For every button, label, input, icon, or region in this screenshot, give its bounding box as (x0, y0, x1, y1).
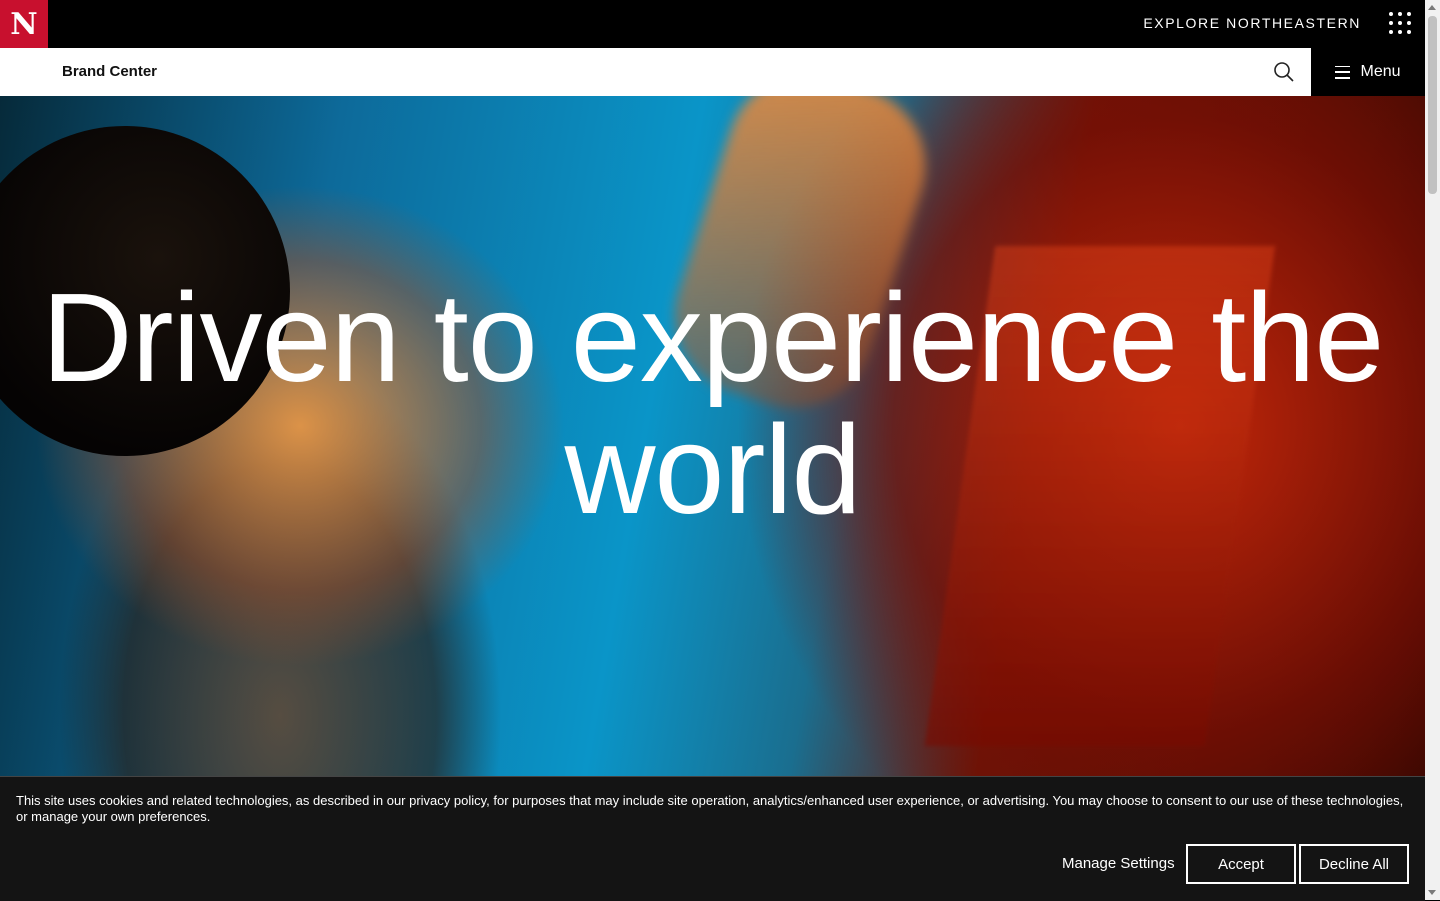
accept-button[interactable]: Accept (1186, 844, 1296, 884)
apps-grid-icon[interactable] (1389, 12, 1413, 36)
cookie-banner-text: This site uses cookies and related techn… (16, 793, 1404, 824)
decline-all-button[interactable]: Decline All (1299, 844, 1409, 884)
scroll-down-arrow-icon[interactable] (1428, 890, 1436, 895)
scroll-up-arrow-icon[interactable] (1428, 5, 1436, 10)
menu-button[interactable]: Menu (1311, 48, 1425, 96)
hero-headline: Driven to experience the world (41, 267, 1385, 540)
manage-settings-button[interactable]: Manage Settings (1062, 855, 1175, 872)
logo-letter: N (10, 6, 38, 42)
scrollbar-thumb[interactable] (1428, 16, 1437, 194)
top-bar: N EXPLORE NORTHEASTERN (0, 0, 1425, 48)
explore-northeastern-link[interactable]: EXPLORE NORTHEASTERN (1143, 15, 1361, 31)
menu-label: Menu (1360, 63, 1401, 80)
page-scrollbar[interactable] (1425, 0, 1440, 900)
site-navbar: Brand Center (0, 48, 1311, 96)
search-icon[interactable] (1273, 61, 1295, 83)
cookie-banner: This site uses cookies and related techn… (0, 776, 1425, 901)
northeastern-logo-icon[interactable]: N (0, 0, 48, 48)
site-name-link[interactable]: Brand Center (62, 63, 157, 80)
hamburger-icon (1335, 65, 1351, 79)
